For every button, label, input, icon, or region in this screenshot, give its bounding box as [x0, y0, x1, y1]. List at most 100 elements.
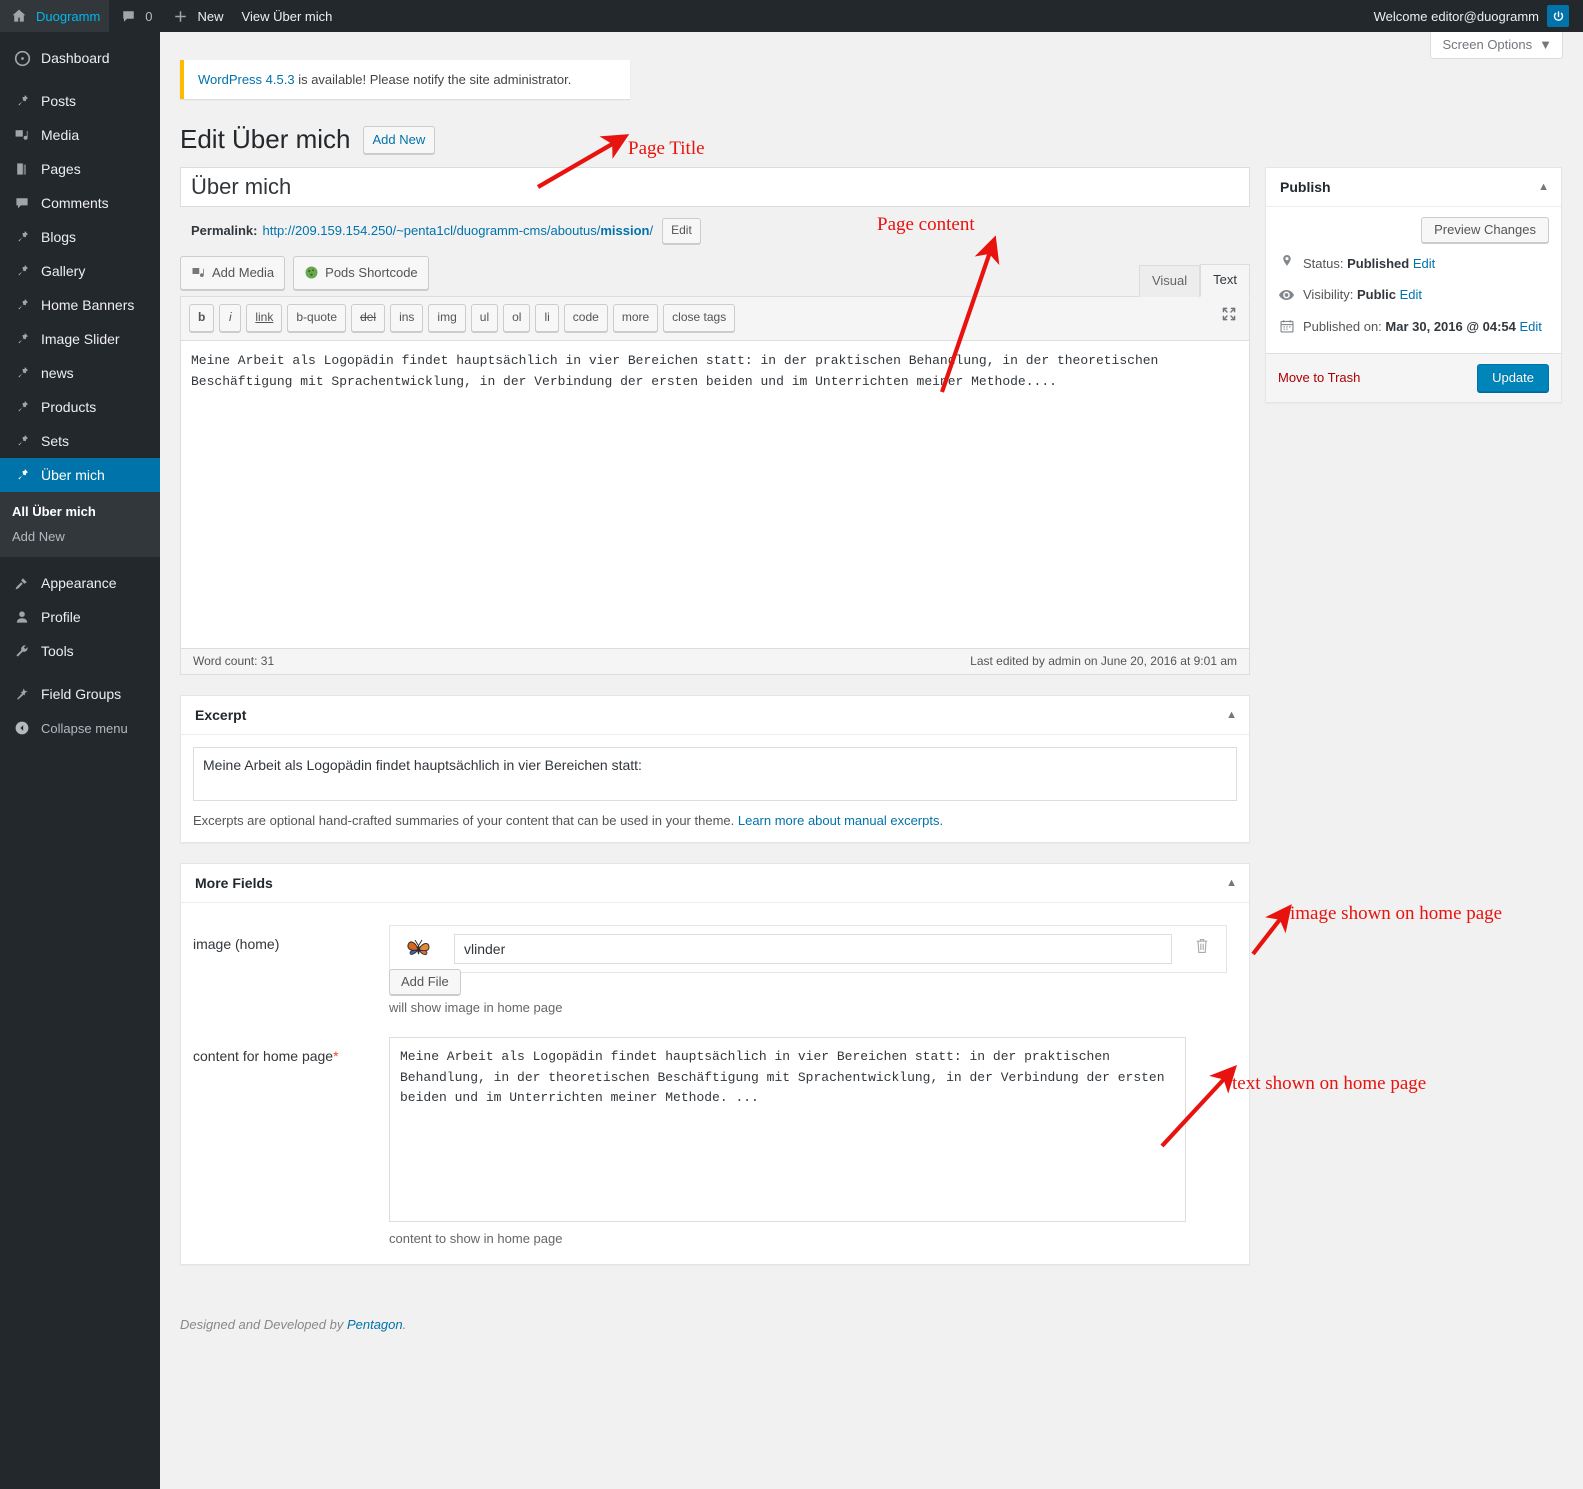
sidebar-item-appearance[interactable]: Appearance: [0, 566, 160, 600]
sidebar-subitem-add-new[interactable]: Add New: [0, 524, 160, 549]
excerpt-help-link[interactable]: Learn more about manual excerpts.: [738, 813, 943, 828]
quicktag-code[interactable]: code: [563, 304, 608, 332]
collapse-menu-button[interactable]: Collapse menu: [0, 711, 160, 745]
sidebar-item-sets[interactable]: Sets: [0, 424, 160, 458]
excerpt-textarea[interactable]: Meine Arbeit als Logopädin findet haupts…: [193, 746, 1237, 801]
comments-menu[interactable]: 0: [109, 0, 161, 32]
editor-mode-tabs: Visual Text: [1138, 263, 1250, 298]
move-to-trash-link[interactable]: Move to Trash: [1278, 370, 1360, 385]
quicktag-close-tags[interactable]: close tags: [663, 304, 736, 332]
update-button[interactable]: Update: [1477, 363, 1549, 392]
sidebar-item-home-banners[interactable]: Home Banners: [0, 288, 160, 322]
quicktag-bquote[interactable]: b-quote: [287, 304, 347, 332]
add-new-button[interactable]: Add New: [362, 125, 436, 155]
power-icon[interactable]: [1547, 5, 1569, 27]
published-on-label: Published on:: [1303, 318, 1382, 334]
footer-link[interactable]: Pentagon: [347, 1317, 403, 1332]
quicktag-ins[interactable]: ins: [390, 304, 424, 332]
visibility-value: Public: [1356, 287, 1396, 303]
sidebar-item-dashboard[interactable]: Dashboard: [0, 41, 160, 75]
publish-postbox-body: Preview Changes Status: Published Edit V…: [1266, 207, 1561, 353]
preview-changes-button[interactable]: Preview Changes: [1421, 216, 1549, 243]
content-home-textarea[interactable]: Meine Arbeit als Logopädin findet haupts…: [389, 1036, 1186, 1222]
post-content-textarea[interactable]: Meine Arbeit als Logopädin findet haupts…: [181, 340, 1249, 648]
pods-shortcode-button[interactable]: Pods Shortcode: [293, 255, 429, 291]
menu-spacer-top: [0, 32, 160, 41]
content-editor-wrapper: Add Media Pods Shortcode Visual Text b i…: [180, 255, 1250, 675]
sidebar-item-label: Gallery: [41, 263, 86, 279]
sidebar-item-profile[interactable]: Profile: [0, 600, 160, 634]
quicktag-link[interactable]: link: [246, 304, 283, 332]
sidebar-item-label: Field Groups: [41, 686, 122, 702]
sidebar-item-posts[interactable]: Posts: [0, 84, 160, 118]
screen-options-toggle[interactable]: Screen Options ▼: [1429, 32, 1563, 59]
sidebar-item-news[interactable]: news: [0, 356, 160, 390]
sidebar-item-image-slider[interactable]: Image Slider: [0, 322, 160, 356]
pin-icon: [12, 227, 32, 247]
quicktag-b[interactable]: b: [189, 304, 215, 332]
menu-spacer-2: [0, 557, 160, 566]
edit-permalink-button[interactable]: Edit: [662, 217, 701, 244]
content-home-label-text: content for home page: [193, 1047, 334, 1064]
post-title-input[interactable]: [180, 166, 1250, 207]
quicktag-i[interactable]: i: [219, 304, 242, 332]
word-count: Word count: 31: [193, 653, 275, 668]
published-on-row: Published on: Mar 30, 2016 @ 04:54 Edit: [1278, 312, 1549, 343]
quicktag-img[interactable]: img: [428, 304, 466, 332]
sidebar-item-label: Über mich: [41, 467, 105, 483]
page-title: Edit Über mich Add New: [180, 123, 1583, 157]
image-home-label: image (home): [193, 935, 280, 952]
permalink-link[interactable]: http://209.159.154.250/~penta1cl/duogram…: [262, 223, 653, 238]
more-fields-postbox-header[interactable]: More Fields ▲: [181, 864, 1249, 903]
published-on-edit-link[interactable]: Edit: [1520, 319, 1542, 334]
quicktag-ol[interactable]: ol: [503, 304, 531, 332]
image-home-filename-input[interactable]: [454, 933, 1172, 964]
tab-visual[interactable]: Visual: [1138, 265, 1201, 298]
quicktag-del[interactable]: del: [351, 304, 386, 332]
sidebar-item-field-groups[interactable]: Field Groups: [0, 677, 160, 711]
permalink-base[interactable]: http://209.159.154.250/~penta1cl/duogram…: [262, 223, 600, 238]
sidebar-item-media[interactable]: Media: [0, 118, 160, 152]
excerpt-postbox: Excerpt ▲ Meine Arbeit als Logopädin fin…: [180, 694, 1250, 843]
add-file-button[interactable]: Add File: [389, 968, 461, 995]
site-name-menu[interactable]: Duogramm: [0, 0, 110, 32]
sidebar-item-products[interactable]: Products: [0, 390, 160, 424]
sidebar-item-uber-mich[interactable]: Über mich: [0, 458, 168, 492]
publish-postbox-header[interactable]: Publish ▲: [1266, 168, 1561, 207]
chevron-up-icon[interactable]: ▲: [1226, 709, 1237, 721]
new-content-menu[interactable]: New: [162, 0, 233, 32]
sidebar-item-comments[interactable]: Comments: [0, 186, 160, 220]
editor-container: b i link b-quote del ins img ul ol li co…: [180, 296, 1250, 675]
quicktag-li[interactable]: li: [535, 304, 559, 332]
permalink-trailing[interactable]: /: [649, 223, 653, 238]
publish-actions: Move to Trash Update: [1266, 352, 1561, 402]
quicktag-ul[interactable]: ul: [470, 304, 499, 332]
sidebar-item-tools[interactable]: Tools: [0, 634, 160, 668]
chevron-up-icon[interactable]: ▲: [1226, 877, 1237, 889]
image-home-control: Add File will show image in home page: [389, 924, 1237, 1015]
more-fields-postbox: More Fields ▲ image (home) vlinder Add F…: [180, 862, 1250, 1265]
sidebar-item-gallery[interactable]: Gallery: [0, 254, 160, 288]
chevron-up-icon[interactable]: ▲: [1538, 181, 1549, 193]
visibility-edit-link[interactable]: Edit: [1400, 287, 1422, 302]
visibility-text: Visibility: Public Edit: [1303, 285, 1422, 306]
trash-icon[interactable]: [1188, 937, 1216, 960]
sidebar-item-pages[interactable]: Pages: [0, 152, 160, 186]
calendar-icon: [1278, 317, 1295, 339]
pin-icon: [12, 329, 32, 349]
new-label: New: [197, 8, 224, 24]
excerpt-postbox-header[interactable]: Excerpt ▲: [181, 696, 1249, 735]
quicktag-more[interactable]: more: [612, 304, 659, 332]
sidebar-item-label: Profile: [41, 609, 81, 625]
wordpress-version-link[interactable]: WordPress 4.5.3: [198, 72, 295, 87]
sidebar-subitem-all-uber-mich[interactable]: All Über mich: [0, 499, 160, 524]
plus-icon: [171, 6, 191, 26]
status-edit-link[interactable]: Edit: [1413, 256, 1435, 271]
media-icon: [12, 125, 32, 145]
expand-arrows-icon[interactable]: [1221, 306, 1237, 326]
view-page-link[interactable]: View Über mich: [233, 0, 342, 32]
tab-text[interactable]: Text: [1200, 264, 1250, 298]
permalink-slug[interactable]: mission: [600, 223, 649, 238]
sidebar-item-blogs[interactable]: Blogs: [0, 220, 160, 254]
add-media-button[interactable]: Add Media: [180, 255, 286, 291]
